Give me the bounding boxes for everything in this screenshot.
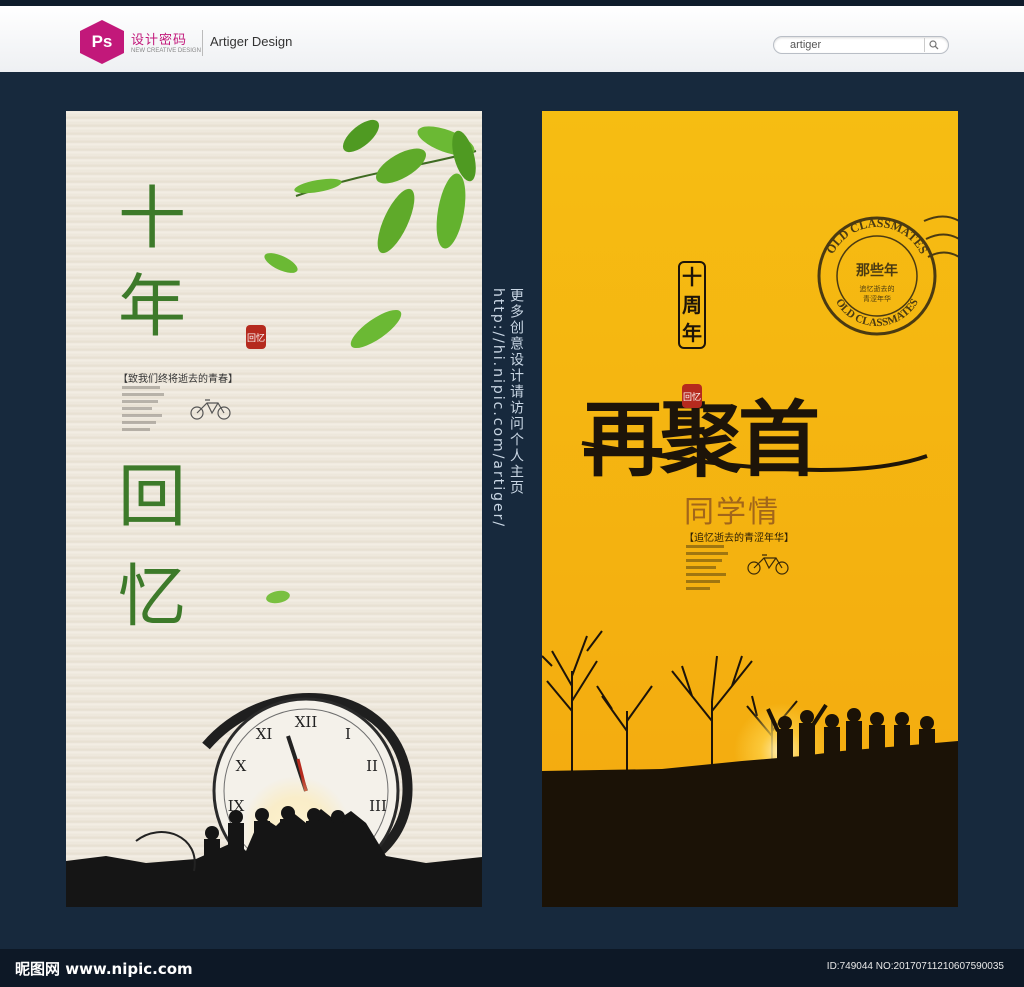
fine-print-text <box>686 545 746 594</box>
leaf-branch-icon <box>264 119 477 604</box>
search-value: artiger <box>790 39 822 51</box>
svg-text:III: III <box>369 797 387 815</box>
stamp-sub-text-2: 青涩年华 <box>863 294 891 303</box>
stamp-sub-text-1: 追忆逝去的 <box>860 284 895 293</box>
seal-stamp: 回忆 <box>682 384 702 408</box>
svg-text:X: X <box>236 757 247 775</box>
header-divider <box>202 30 203 56</box>
brand-name[interactable]: Artiger Design <box>210 34 292 49</box>
image-id-text: ID:749044 NO:20170711210607590035 <box>826 961 1004 972</box>
search-input[interactable]: artiger <box>773 36 949 54</box>
postmark-stamp-icon: OLD CLASSMATES OLD CLASSMATES 那些年 追忆逝去的 … <box>817 215 958 336</box>
poster-char-3: 回 <box>118 458 187 537</box>
site-header: Ps 设计密码 NEW CREATIVE DESIGN Artiger Desi… <box>0 6 1024 72</box>
svg-text:XI: XI <box>256 725 273 743</box>
footer-brand[interactable]: 昵图网 www.nipic.com <box>15 958 193 979</box>
ten-years-badge: 十周年 <box>678 261 706 349</box>
stamp-center-text: 那些年 <box>856 262 898 279</box>
svg-text:II: II <box>366 757 378 775</box>
fine-print-text <box>122 386 182 435</box>
poster-char-1: 十 <box>118 180 187 259</box>
search-icon <box>929 40 939 50</box>
svg-text:XII: XII <box>295 713 318 731</box>
logo-subtitle: NEW CREATIVE DESIGN <box>131 48 201 54</box>
site-footer: 昵图网 www.nipic.com ID:749044 NO:201707112… <box>0 949 1024 987</box>
seal-stamp: 回忆 <box>246 325 266 349</box>
ps-logo-icon[interactable]: Ps <box>80 20 124 64</box>
right-poster: OLD CLASSMATES OLD CLASSMATES 那些年 追忆逝去的 … <box>542 111 958 907</box>
bicycle-icon <box>747 554 789 575</box>
poster-tagline: 【致我们终将逝去的青春】 <box>118 374 238 385</box>
search-button[interactable] <box>924 38 942 52</box>
svg-text:I: I <box>345 725 351 743</box>
bicycle-icon <box>190 399 231 420</box>
logo-title: 设计密码 <box>131 33 188 48</box>
subtitle: 同学情 <box>684 495 780 530</box>
vertical-link-text[interactable]: 更多创意设计请访问个人主页 http://hi.nipic.com/artige… <box>490 288 526 728</box>
poster-char-2: 年 <box>118 268 187 347</box>
poster-tagline: 【追忆逝去的青涩年华】 <box>684 533 794 544</box>
left-poster: XII I II III X XI IX 十 年 回 忆 回忆 【致我们终将逝去… <box>66 111 482 907</box>
poster-char-4: 忆 <box>118 558 187 637</box>
